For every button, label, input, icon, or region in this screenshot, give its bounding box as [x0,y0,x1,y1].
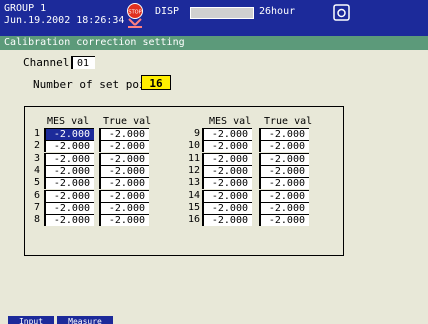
mes-val-field[interactable]: -2.000 [44,214,94,226]
row-number: 7 [33,202,40,213]
row-number: 3 [33,153,40,164]
true-val-field[interactable]: -2.000 [99,153,149,165]
mes-val-field[interactable]: -2.000 [202,214,252,226]
stop-icon: STOP [127,3,143,28]
row-number: 4 [33,165,40,176]
mes-val-header-right: MES val [209,116,252,127]
mes-val-field[interactable]: -2.000 [202,140,252,152]
row-number: 14 [187,190,200,201]
true-val-field[interactable]: -2.000 [259,190,309,202]
row-number: 10 [187,140,200,151]
stop-icon-text: STOP [128,10,141,16]
mes-val-field[interactable]: -2.000 [44,128,94,140]
true-val-field[interactable]: -2.000 [259,128,309,140]
mes-val-field[interactable]: -2.000 [44,177,94,189]
mes-val-field[interactable]: -2.000 [202,128,252,140]
row-number: 2 [33,140,40,151]
row-number: 13 [187,177,200,188]
mes-val-field[interactable]: -2.000 [202,190,252,202]
row-number: 11 [187,153,200,164]
true-val-field[interactable]: -2.000 [259,177,309,189]
datetime-label: Jun.19.2002 18:26:34 [4,15,125,26]
true-val-field[interactable]: -2.000 [99,140,149,152]
set-points-field[interactable]: 16 [141,75,171,90]
row-number: 16 [187,214,200,225]
true-val-field[interactable]: -2.000 [99,128,149,140]
true-val-field[interactable]: -2.000 [259,165,309,177]
true-val-field[interactable]: -2.000 [259,140,309,152]
true-val-header-left: True val [103,116,152,127]
mes-val-field[interactable]: -2.000 [202,165,252,177]
true-val-field[interactable]: -2.000 [99,214,149,226]
true-val-field[interactable]: -2.000 [99,190,149,202]
row-number: 6 [33,190,40,201]
measure-softkey[interactable]: Measure [57,316,113,324]
mes-val-field[interactable]: -2.000 [202,153,252,165]
page-title: Calibration correction setting [0,36,428,50]
group-label: GROUP 1 [4,3,47,14]
disp-label: DISP [155,6,180,17]
mes-val-field[interactable]: -2.000 [44,202,94,214]
mes-val-field[interactable]: -2.000 [44,165,94,177]
row-number: 15 [187,202,200,213]
true-val-header-right: True val [264,116,313,127]
row-number: 1 [33,128,40,139]
channel-label: Channel [23,56,70,69]
mes-val-field[interactable]: -2.000 [44,153,94,165]
channel-field[interactable]: 01 [71,56,95,69]
display-bar [190,7,254,19]
mes-val-header-left: MES val [47,116,90,127]
true-val-field[interactable]: -2.000 [99,177,149,189]
true-val-field[interactable]: -2.000 [259,153,309,165]
mode-label: 26hour [259,6,296,17]
mes-val-field[interactable]: -2.000 [202,202,252,214]
mes-val-field[interactable]: -2.000 [44,140,94,152]
row-number: 5 [33,177,40,188]
row-number: 8 [33,214,40,225]
status-header: GROUP 1 Jun.19.2002 18:26:34 STOP DISP 2… [0,0,428,36]
row-number: 12 [187,165,200,176]
true-val-field[interactable]: -2.000 [259,214,309,226]
memory-card-icon [333,4,350,21]
true-val-field[interactable]: -2.000 [99,165,149,177]
mes-val-field[interactable]: -2.000 [202,177,252,189]
mes-val-field[interactable]: -2.000 [44,190,94,202]
true-val-field[interactable]: -2.000 [259,202,309,214]
row-number: 9 [193,128,200,139]
true-val-field[interactable]: -2.000 [99,202,149,214]
input-softkey[interactable]: Input [8,316,54,324]
